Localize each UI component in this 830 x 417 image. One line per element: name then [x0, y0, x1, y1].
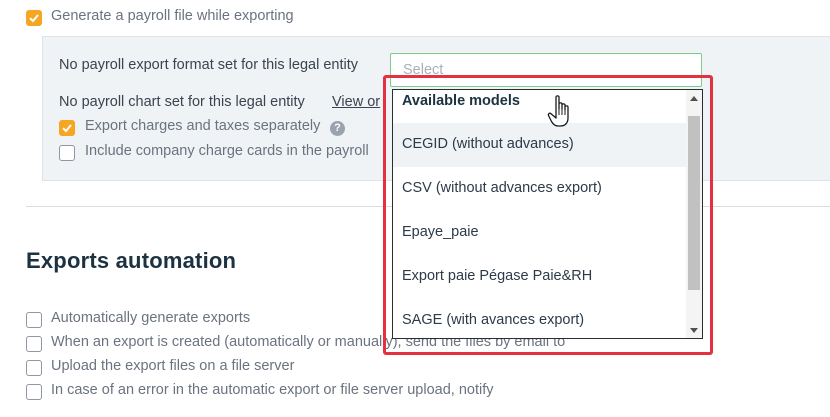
- section-title: Exports automation: [26, 248, 237, 273]
- upload-server-label: Upload the export files on a file server: [51, 358, 295, 374]
- checkmark-icon: [62, 124, 72, 133]
- export-charges-checkbox[interactable]: [59, 120, 75, 136]
- generate-payroll-checkbox[interactable]: [26, 10, 42, 26]
- auto-generate-label: Automatically generate exports: [51, 310, 251, 326]
- include-cards-label: Include company charge cards in the payr…: [85, 143, 369, 159]
- notify-error-checkbox[interactable]: [26, 384, 42, 400]
- email-export-checkbox[interactable]: [26, 336, 42, 352]
- include-cards-checkbox[interactable]: [59, 145, 75, 161]
- export-charges-label: Export charges and taxes separately: [85, 118, 321, 134]
- no-format-text: No payroll export format set for this le…: [59, 57, 358, 73]
- checkmark-icon: [29, 14, 39, 23]
- hand-pointer-icon: [547, 95, 569, 127]
- question-mark-icon[interactable]: ?: [330, 121, 345, 136]
- upload-server-checkbox[interactable]: [26, 360, 42, 376]
- view-chart-link[interactable]: View or: [332, 94, 380, 110]
- auto-generate-checkbox[interactable]: [26, 312, 42, 328]
- generate-payroll-label: Generate a payroll file while exporting: [51, 8, 294, 24]
- no-chart-text: No payroll chart set for this legal enti…: [59, 94, 305, 110]
- notify-error-label: In case of an error in the automatic exp…: [51, 382, 494, 398]
